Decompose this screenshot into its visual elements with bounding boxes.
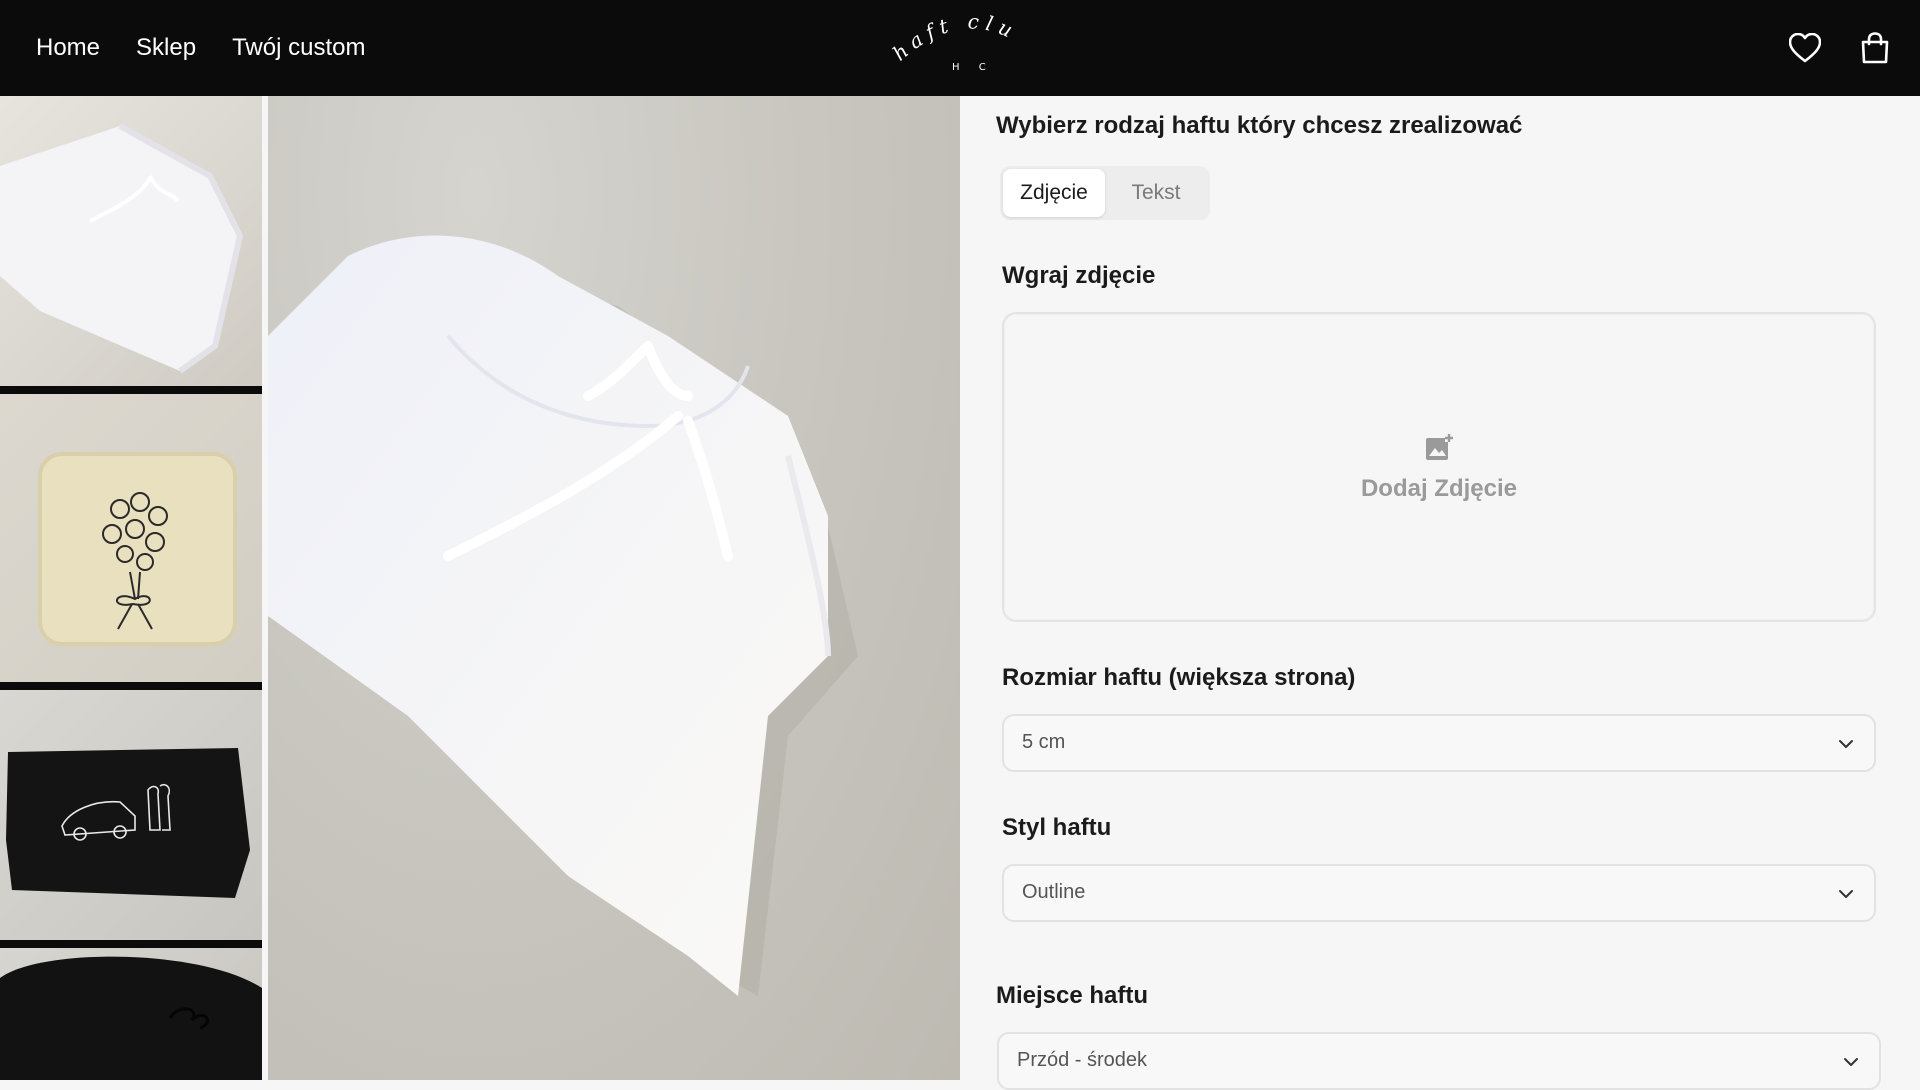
heart-icon[interactable] [1788, 31, 1822, 65]
top-navigation-bar: Home Sklep Twój custom haft club H C [0, 0, 1920, 96]
logo[interactable]: haft club H C [881, 0, 1030, 80]
nav-custom[interactable]: Twój custom [232, 34, 365, 62]
main-nav: Home Sklep Twój custom [36, 0, 365, 96]
placement-value: Przód - środek [1017, 1049, 1148, 1071]
logo-text: haft club [881, 0, 1016, 65]
customization-panel: Wybierz rodzaj haftu który chcesz zreali… [960, 96, 1920, 1090]
thumbnail-black-hoodie-car[interactable] [0, 690, 262, 940]
logo-mark: haft club H C [881, 0, 1022, 73]
tab-photo[interactable]: Zdjęcie [1003, 169, 1105, 217]
size-value: 5 cm [1022, 731, 1066, 753]
logo-initials: H C [952, 62, 994, 73]
size-label: Rozmiar haftu (większa strona) [1002, 664, 1356, 691]
embroidery-type-question: Wybierz rodzaj haftu który chcesz zreali… [996, 112, 1523, 139]
thumbnail-black-hoodie[interactable] [0, 948, 262, 1080]
style-select[interactable]: Outline [1002, 864, 1876, 922]
upload-content: Dodaj Zdjęcie [1004, 432, 1874, 503]
placement-label: Miejsce haftu [996, 982, 1149, 1009]
thumbnail-white-hoodie[interactable] [0, 96, 262, 386]
svg-text:haft club: haft club [890, 10, 1022, 65]
size-select[interactable]: 5 cm [1002, 714, 1876, 772]
main-product-image[interactable] [268, 96, 960, 1080]
thumbnail-beige-hoodie[interactable] [0, 394, 262, 682]
style-label: Styl haftu [1002, 814, 1112, 841]
chevron-down-icon [1839, 740, 1853, 748]
chevron-down-icon [1839, 890, 1853, 898]
hoodie-photo [268, 235, 858, 997]
photo-upload-area[interactable]: Dodaj Zdjęcie [1002, 312, 1876, 622]
chevron-down-icon [1844, 1058, 1858, 1066]
header-actions [1788, 0, 1892, 96]
tab-text[interactable]: Tekst [1111, 169, 1201, 217]
shopping-bag-icon[interactable] [1858, 31, 1892, 65]
nav-shop[interactable]: Sklep [136, 34, 196, 62]
gallery-thumbnails [0, 96, 262, 1080]
style-value: Outline [1022, 881, 1086, 903]
upload-label: Wgraj zdjęcie [1002, 262, 1156, 289]
nav-home[interactable]: Home [36, 34, 100, 62]
placement-select[interactable]: Przód - środek [997, 1032, 1881, 1090]
add-photo-button[interactable]: Dodaj Zdjęcie [1004, 475, 1874, 503]
add-photo-icon [1423, 432, 1455, 464]
embroidery-type-toggle: Zdjęcie Tekst [1000, 166, 1210, 220]
